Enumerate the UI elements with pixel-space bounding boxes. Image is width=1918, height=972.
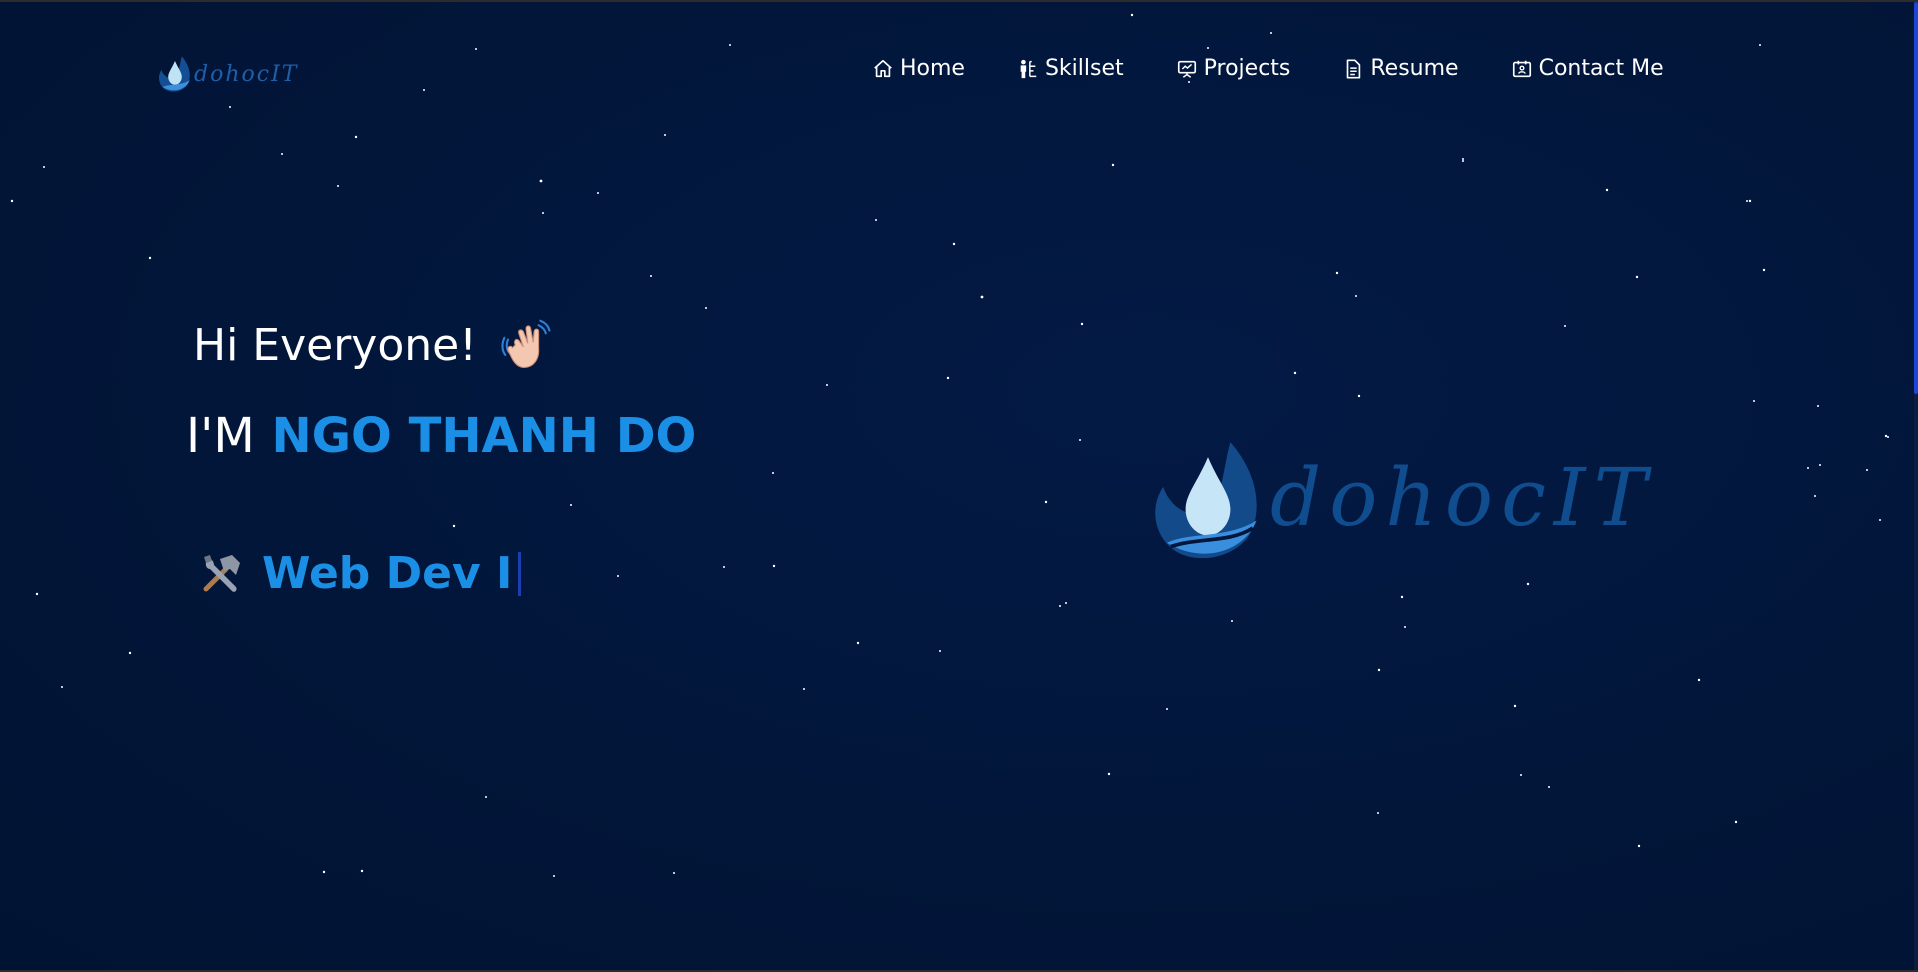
projects-icon [1177,60,1196,78]
nav-item-label: Skillset [1044,56,1124,81]
contact-icon [1512,60,1531,77]
skillset-icon [1020,59,1037,78]
hero-name-heading: I'M NGO THANH DO [186,408,696,464]
nav-item-label: Projects [1203,56,1291,81]
typing-cursor [518,551,522,596]
droplet-logo-icon [158,56,190,92]
hero-logo-text: dohocIT [1270,450,1655,544]
droplet-logo-icon [1155,442,1257,559]
nav-item-skillset[interactable]: Skillset [1017,56,1124,81]
home-icon [874,59,892,77]
main-nav: Home Skillset Projects Resume Contact Me [872,56,1664,81]
nav-item-projects[interactable]: Projects [1176,56,1291,81]
hero-role-typewriter: Web Dev I [196,548,522,599]
nav-logo[interactable]: dohocIT [158,54,298,94]
nav-item-contact[interactable]: Contact Me [1511,56,1664,81]
nav-item-home[interactable]: Home [872,56,965,81]
role-text: Web Dev I [262,548,513,599]
hammer-wrench-icon [203,554,240,592]
hero-greeting: Hi Everyone! [193,318,553,372]
nav-logo-text: dohocIT [194,61,299,87]
intro-prefix: I'M [186,408,255,464]
nav-item-resume[interactable]: Resume [1342,56,1459,81]
page: dohocIT Home Skillset Projects Resume Co… [0,0,1918,972]
nav-item-label: Home [900,56,965,81]
resume-icon [1347,58,1361,79]
hero-logo: dohocIT [1152,430,1655,570]
scrollbar-thumb[interactable] [1914,2,1918,394]
greeting-text: Hi Everyone! [193,319,477,371]
nav-item-label: Resume [1370,56,1459,81]
nav-item-label: Contact Me [1538,56,1664,81]
waving-hand-icon [501,319,551,369]
person-name: NGO THANH DO [271,408,697,464]
